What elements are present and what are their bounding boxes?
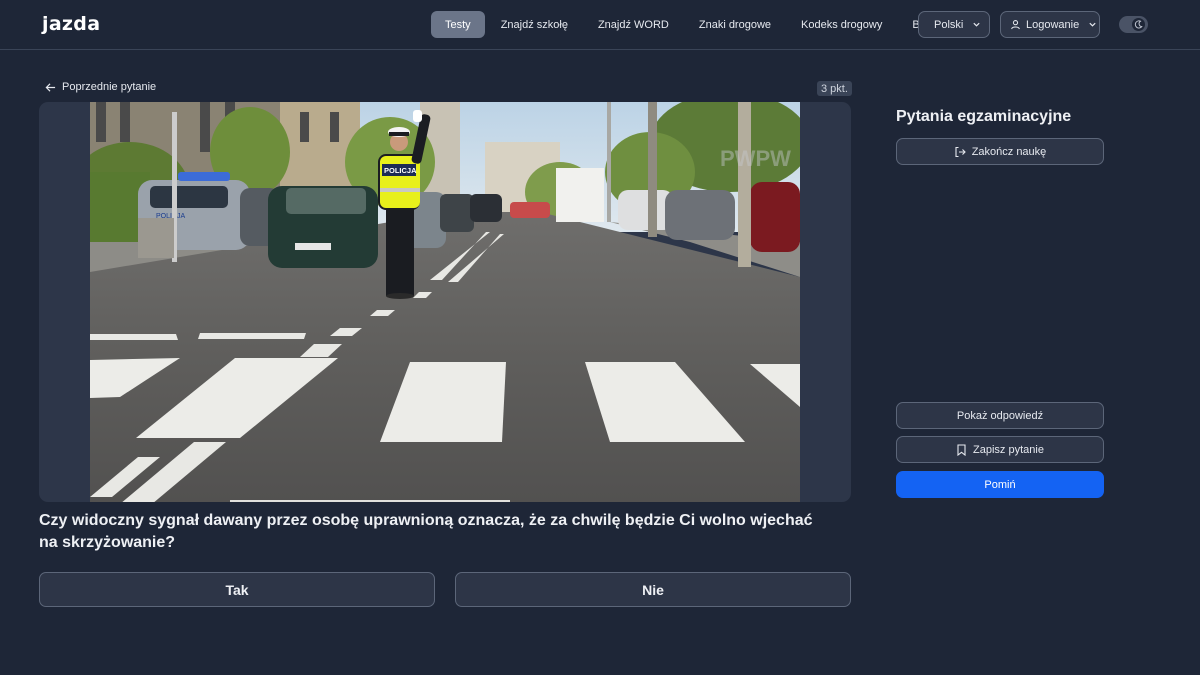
main-nav: Testy Znajdź szkołę Znajdź WORD Znaki dr… [431, 11, 950, 38]
nav-item-find-school[interactable]: Znajdź szkołę [487, 11, 582, 38]
logo[interactable]: jazda [42, 12, 100, 36]
language-label: Polski [934, 18, 964, 31]
save-question-label: Zapisz pytanie [973, 443, 1044, 456]
points-badge: 3 pkt. [817, 81, 852, 96]
skip-button[interactable]: Pomiń [896, 471, 1104, 498]
watermark-text: PWPW [720, 146, 791, 171]
nav-item-find-word[interactable]: Znajdź WORD [584, 11, 683, 38]
save-question-button[interactable]: Zapisz pytanie [896, 436, 1104, 463]
previous-question-label: Poprzednie pytanie [62, 81, 157, 93]
toggle-knob [1132, 18, 1145, 31]
logout-icon [955, 146, 966, 157]
nav-item-road-signs[interactable]: Znaki drogowe [685, 11, 785, 38]
question-text: Czy widoczny sygnał dawany przez osobę u… [39, 512, 813, 551]
chevron-down-icon [973, 22, 980, 27]
logo-text: jazda [42, 13, 101, 35]
question-image: POLICJA PWPW POLICJA [90, 102, 800, 502]
answer-no-button[interactable]: Nie [455, 572, 851, 607]
police-vest-label: POLICJA [384, 166, 417, 175]
moon-icon [1134, 20, 1143, 29]
previous-question-link[interactable]: Poprzednie pytanie [45, 81, 156, 93]
nav-item-road-code[interactable]: Kodeks drogowy [787, 11, 896, 38]
end-learning-button[interactable]: Zakończ naukę [896, 138, 1104, 165]
answer-yes-button[interactable]: Tak [39, 572, 435, 607]
login-label: Logowanie [1026, 18, 1080, 31]
user-icon [1011, 20, 1020, 30]
show-answer-button[interactable]: Pokaż odpowiedź [896, 402, 1104, 429]
chevron-down-icon [1089, 22, 1096, 27]
arrow-left-icon [45, 82, 56, 92]
sidebar-title: Pytania egzaminacyjne [896, 108, 1072, 125]
bookmark-icon [957, 443, 966, 456]
language-select[interactable]: Polski [918, 11, 990, 38]
theme-toggle[interactable] [1119, 16, 1148, 33]
login-button[interactable]: Logowanie [1000, 11, 1100, 38]
end-learning-label: Zakończ naukę [971, 145, 1047, 158]
nav-item-tests[interactable]: Testy [431, 11, 485, 38]
question-image-panel: POLICJA PWPW POLICJA [39, 102, 851, 502]
top-header: jazda Testy Znajdź szkołę Znajdź WORD Zn… [0, 0, 1200, 50]
